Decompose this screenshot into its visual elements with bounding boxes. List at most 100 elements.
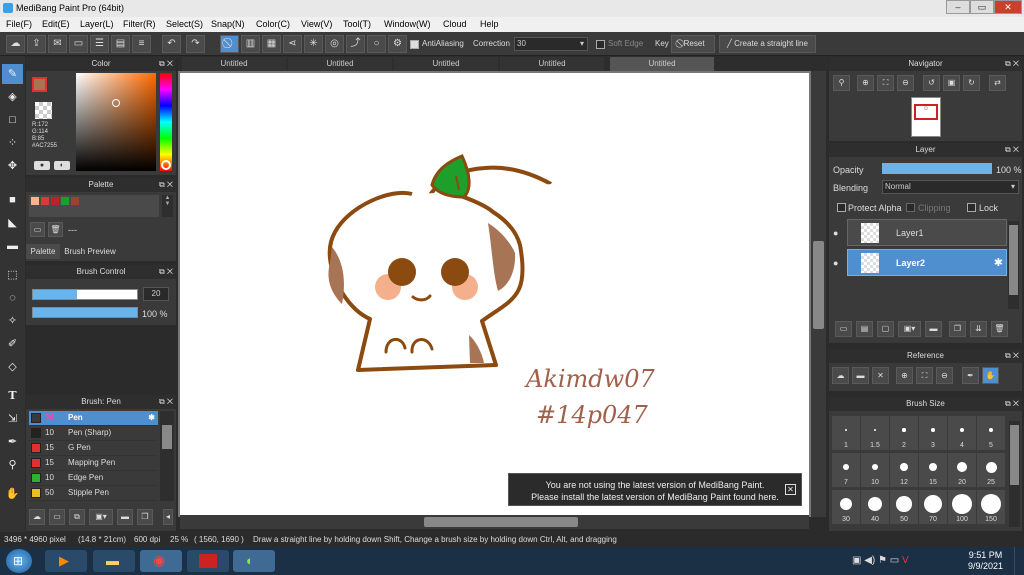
hue-slider-handle[interactable] xyxy=(161,160,171,170)
panel-close-icon[interactable]: ⧉ ✕ xyxy=(159,395,173,409)
parallel-snap-icon[interactable]: ▥ xyxy=(241,35,260,53)
tab-document[interactable]: Untitled xyxy=(394,57,498,71)
menu-tool[interactable]: Tool(T) xyxy=(343,19,371,29)
close-button[interactable]: ✕ xyxy=(994,0,1022,14)
brush-tool-icon[interactable]: ✎ xyxy=(2,64,23,84)
new-halftone-layer-icon[interactable]: ▤ xyxy=(856,321,873,337)
brush-list-scroll-thumb[interactable] xyxy=(162,425,172,449)
undo-icon[interactable]: ↶ xyxy=(162,35,181,53)
menu-view[interactable]: View(V) xyxy=(301,19,332,29)
taskbar-explorer[interactable]: ▬ xyxy=(93,550,135,572)
menu-layer[interactable]: Layer(L) xyxy=(80,19,114,29)
palette-swatch[interactable] xyxy=(61,197,69,205)
menu-cloud[interactable]: Cloud xyxy=(443,19,467,29)
new-8bit-layer-icon[interactable]: ▢ xyxy=(877,321,894,337)
text-tool-icon[interactable]: T xyxy=(2,386,23,406)
panel-close-icon[interactable]: ⧉ ✕ xyxy=(159,265,173,279)
eyedropper-icon[interactable]: ✒ xyxy=(962,367,979,384)
brush-opacity-slider[interactable] xyxy=(32,307,138,318)
soft-edge-checkbox[interactable] xyxy=(596,40,605,51)
gradient-tool-icon[interactable]: ▬ xyxy=(2,236,23,256)
tab-document[interactable]: Untitled xyxy=(182,57,286,71)
vertical-scrollbar[interactable] xyxy=(811,71,826,517)
brush-size-option[interactable]: 3 xyxy=(919,416,947,450)
clock[interactable]: 9:51 PM 9/9/2021 xyxy=(968,550,1003,572)
snap-off-icon[interactable]: ⃠ xyxy=(220,35,239,53)
duplicate-layer-icon[interactable]: ❐ xyxy=(949,321,966,337)
show-desktop-button[interactable] xyxy=(1014,547,1024,575)
brush-item-pen-sharp[interactable]: 10 Pen (Sharp) xyxy=(29,426,158,441)
new-layer-icon[interactable]: ▭ xyxy=(835,321,852,337)
close-reference-icon[interactable]: ✕ xyxy=(872,367,889,384)
antialiasing-checkbox[interactable] xyxy=(410,40,419,51)
brush-size-option[interactable]: 2 xyxy=(890,416,918,450)
color-picker-cursor[interactable] xyxy=(112,99,120,107)
brush-size-value[interactable]: 20 xyxy=(143,287,169,301)
update-notification[interactable]: You are not using the latest version of … xyxy=(508,473,802,506)
add-layer-menu-icon[interactable]: ▣▾ xyxy=(898,321,921,337)
start-button[interactable]: ⊞ xyxy=(6,549,32,573)
horizontal-scroll-thumb[interactable] xyxy=(424,517,578,527)
tab-palette[interactable]: Palette xyxy=(26,244,60,259)
delete-layer-icon[interactable]: 🗑 xyxy=(991,321,1008,337)
fill-rect-icon[interactable]: ■ xyxy=(2,190,23,210)
folder-icon[interactable]: ▬ xyxy=(117,509,133,525)
copy-brush-icon[interactable]: ⧉ xyxy=(69,509,85,525)
cloud-brush-icon[interactable]: ☁ xyxy=(29,509,45,525)
taskbar-medibang[interactable]: ◐ xyxy=(233,550,275,572)
redo-icon[interactable]: ↷ xyxy=(186,35,205,53)
taskbar-media-player[interactable]: ▶ xyxy=(45,550,87,572)
dot-brush-icon[interactable]: ⁘ xyxy=(2,133,23,153)
taskbar-app[interactable] xyxy=(187,550,229,572)
open-folder-icon[interactable]: ▬ xyxy=(852,367,869,384)
minimize-button[interactable]: – xyxy=(946,0,970,14)
gear-icon[interactable]: ✱ xyxy=(148,411,155,425)
color-saturation-field[interactable] xyxy=(76,73,156,171)
fit-icon[interactable]: ⛶ xyxy=(916,367,933,384)
brush-size-scrollbar[interactable] xyxy=(1009,421,1020,527)
layer-folder-icon[interactable]: ▬ xyxy=(925,321,942,337)
navigator-thumbnail[interactable]: ☺ xyxy=(911,97,941,137)
panel-close-icon[interactable]: ⧉ ✕ xyxy=(159,178,173,192)
brush-size-option[interactable]: 150 xyxy=(977,490,1005,524)
horizontal-scrollbar[interactable] xyxy=(180,515,809,529)
zoom-in-icon[interactable]: ⊕ xyxy=(896,367,913,384)
eye-icon[interactable]: ● xyxy=(833,228,843,238)
layer-list-scrollbar[interactable] xyxy=(1008,221,1019,309)
panel-close-icon[interactable]: ⧉ ✕ xyxy=(1005,397,1019,411)
brush-size-option[interactable]: 15 xyxy=(919,453,947,487)
transparent-swatch[interactable] xyxy=(35,102,52,119)
panel-close-icon[interactable]: ⧉ ✕ xyxy=(1005,143,1019,157)
panel-close-icon[interactable]: ⧉ ✕ xyxy=(159,57,173,71)
brush-size-option[interactable]: 20 xyxy=(948,453,976,487)
protect-alpha-checkbox[interactable] xyxy=(837,203,846,214)
palette-swatch[interactable] xyxy=(71,197,79,205)
hand-tool-icon[interactable]: ✋ xyxy=(2,484,23,504)
zoom-icon[interactable]: ⚲ xyxy=(833,75,850,91)
duplicate-icon[interactable]: ❐ xyxy=(137,509,153,525)
dropper-tool-icon[interactable]: ⚲ xyxy=(2,455,23,475)
hue-slider[interactable] xyxy=(160,73,172,171)
hand-icon[interactable]: ✋ xyxy=(982,367,999,384)
cloud-icon[interactable]: ☁ xyxy=(6,35,25,53)
reset-button[interactable]: ⃠ Reset xyxy=(671,35,715,53)
brush-size-option[interactable]: 70 xyxy=(919,490,947,524)
merge-layer-icon[interactable]: ⇊ xyxy=(970,321,987,337)
menu-window[interactable]: Window(W) xyxy=(384,19,431,29)
eyedropper-tool-icon[interactable]: ✒ xyxy=(2,432,23,452)
new-brush-icon[interactable]: ▭ xyxy=(49,509,65,525)
rotate-right-icon[interactable]: ↻ xyxy=(963,75,980,91)
tab-document-active[interactable]: Untitled xyxy=(610,57,714,71)
brush-size-option[interactable]: 25 xyxy=(977,453,1005,487)
concentric-snap-icon[interactable]: ◎ xyxy=(325,35,344,53)
panel-close-icon[interactable]: ⧉ ✕ xyxy=(1005,349,1019,363)
menu-color[interactable]: Color(C) xyxy=(256,19,290,29)
brush-size-scroll-thumb[interactable] xyxy=(1010,425,1019,485)
brush-size-option[interactable]: 50 xyxy=(890,490,918,524)
brush-size-slider[interactable] xyxy=(32,289,138,300)
brush-list-scrollbar[interactable] xyxy=(160,411,174,501)
layer-list-scroll-thumb[interactable] xyxy=(1009,225,1018,295)
brush-size-option[interactable]: 1 xyxy=(832,416,860,450)
cloud-reference-icon[interactable]: ☁ xyxy=(832,367,849,384)
flip-icon[interactable]: ⇄ xyxy=(989,75,1006,91)
